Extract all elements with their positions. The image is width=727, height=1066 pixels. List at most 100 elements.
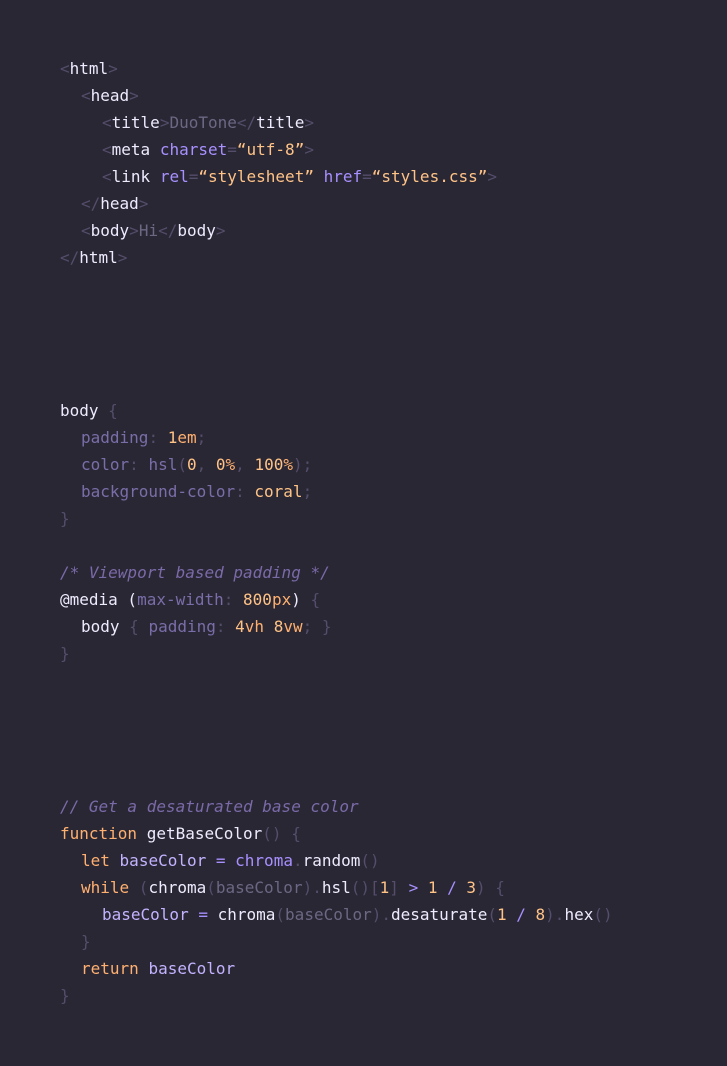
code-line: return baseColor bbox=[60, 955, 613, 982]
code-token: { bbox=[300, 590, 321, 609]
code-token: > bbox=[117, 248, 128, 267]
code-line: </head> bbox=[60, 190, 497, 217]
code-token: vh bbox=[244, 617, 265, 636]
code-token: head bbox=[90, 86, 130, 105]
code-line: } bbox=[60, 640, 332, 667]
code-token: vw bbox=[283, 617, 303, 636]
code-token: ( bbox=[117, 590, 138, 609]
code-token: ). bbox=[302, 878, 322, 897]
code-token: % bbox=[283, 455, 293, 474]
code-token: chroma bbox=[217, 905, 276, 924]
code-token: let bbox=[81, 851, 110, 870]
code-token: href bbox=[323, 167, 363, 186]
code-token: return bbox=[81, 959, 139, 978]
code-token: % bbox=[225, 455, 236, 474]
code-token: : bbox=[235, 482, 255, 501]
code-token: </ bbox=[81, 194, 101, 213]
code-token: > bbox=[129, 86, 139, 105]
code-token: 8 bbox=[273, 617, 284, 636]
code-line: <title>DuoTone</title> bbox=[60, 109, 497, 136]
code-token: ( bbox=[129, 878, 149, 897]
code-token: : bbox=[129, 455, 149, 474]
code-line: <html> bbox=[60, 55, 497, 82]
code-line: @media (max-width: 800px) { bbox=[60, 586, 332, 613]
code-token: > bbox=[487, 167, 497, 186]
code-token: while bbox=[81, 878, 130, 897]
code-token: html bbox=[79, 248, 118, 267]
code-token: < bbox=[81, 221, 91, 240]
code-token: , bbox=[235, 455, 255, 474]
code-token: charset bbox=[159, 140, 228, 159]
code-token: > bbox=[138, 194, 149, 213]
code-line: body { padding: 4vh 8vw; } bbox=[60, 613, 332, 640]
code-token: “utf-8” bbox=[236, 140, 305, 159]
code-token: random bbox=[302, 851, 361, 870]
code-token: html bbox=[69, 59, 109, 78]
code-line: <head> bbox=[60, 82, 497, 109]
code-token: ). bbox=[371, 905, 392, 924]
code-token: = bbox=[362, 167, 372, 186]
code-token: </ bbox=[236, 113, 257, 132]
code-token: 1 bbox=[167, 428, 178, 447]
code-line: baseColor = chroma(baseColor).desaturate… bbox=[60, 901, 613, 928]
code-token: hsl bbox=[148, 455, 178, 474]
code-token: px bbox=[271, 590, 292, 609]
code-token: } bbox=[60, 986, 70, 1005]
code-line: background-color: coral; bbox=[60, 478, 332, 505]
code-token: () { bbox=[262, 824, 301, 843]
code-token: ()[ bbox=[350, 878, 380, 897]
code-line: <link rel=“stylesheet” href=“styles.css”… bbox=[60, 163, 497, 190]
code-token: ( bbox=[487, 905, 497, 924]
code-token: ); bbox=[292, 455, 313, 474]
code-token: meta bbox=[111, 140, 151, 159]
code-token: baseColor bbox=[148, 959, 236, 978]
code-token: : bbox=[223, 590, 244, 609]
code-token: color bbox=[81, 455, 130, 474]
code-token: < bbox=[102, 167, 112, 186]
code-token: 3 bbox=[466, 878, 477, 897]
code-token: } bbox=[81, 932, 91, 951]
code-token: </ bbox=[60, 248, 80, 267]
code-token: ( bbox=[177, 455, 187, 474]
code-token: , bbox=[196, 455, 216, 474]
code-line: body { bbox=[60, 397, 332, 424]
code-token: ; bbox=[302, 482, 313, 501]
code-token: function bbox=[60, 824, 138, 843]
code-token: ; } bbox=[302, 617, 332, 636]
code-token: Hi bbox=[138, 221, 159, 240]
css-code-block: body {padding: 1em; color: hsl(0, 0%, 100… bbox=[60, 397, 332, 667]
code-token: > bbox=[304, 113, 314, 132]
code-canvas: <html> <head> <title>DuoTone</title> <meta … bbox=[0, 0, 727, 1066]
code-token: body bbox=[81, 617, 120, 636]
code-line: while (chroma(baseColor).hsl()[1] > 1 / … bbox=[60, 874, 613, 901]
code-token: </ bbox=[158, 221, 178, 240]
code-line: <meta charset=“utf-8”> bbox=[60, 136, 497, 163]
code-token: < bbox=[102, 113, 112, 132]
code-token: “stylesheet” bbox=[198, 167, 314, 186]
code-token: chroma bbox=[235, 851, 293, 870]
code-token: . bbox=[292, 851, 303, 870]
code-token: DuoTone bbox=[169, 113, 237, 132]
code-token: rel bbox=[159, 167, 189, 186]
code-token: 1 bbox=[496, 905, 507, 924]
code-token: ) bbox=[291, 590, 301, 609]
code-line: } bbox=[60, 505, 332, 532]
code-token: : bbox=[215, 617, 236, 636]
code-token: } bbox=[60, 644, 70, 663]
code-line: <body>Hi</body> bbox=[60, 217, 497, 244]
code-token: baseColor bbox=[119, 851, 207, 870]
code-token: body bbox=[90, 221, 130, 240]
code-token: coral bbox=[254, 482, 303, 501]
code-token: padding bbox=[148, 617, 216, 636]
code-token: { bbox=[119, 617, 149, 636]
code-token: / bbox=[506, 905, 536, 924]
code-token: em bbox=[177, 428, 197, 447]
code-line: function getBaseColor() { bbox=[60, 820, 613, 847]
code-token: } bbox=[60, 509, 70, 528]
code-token: body bbox=[177, 221, 216, 240]
